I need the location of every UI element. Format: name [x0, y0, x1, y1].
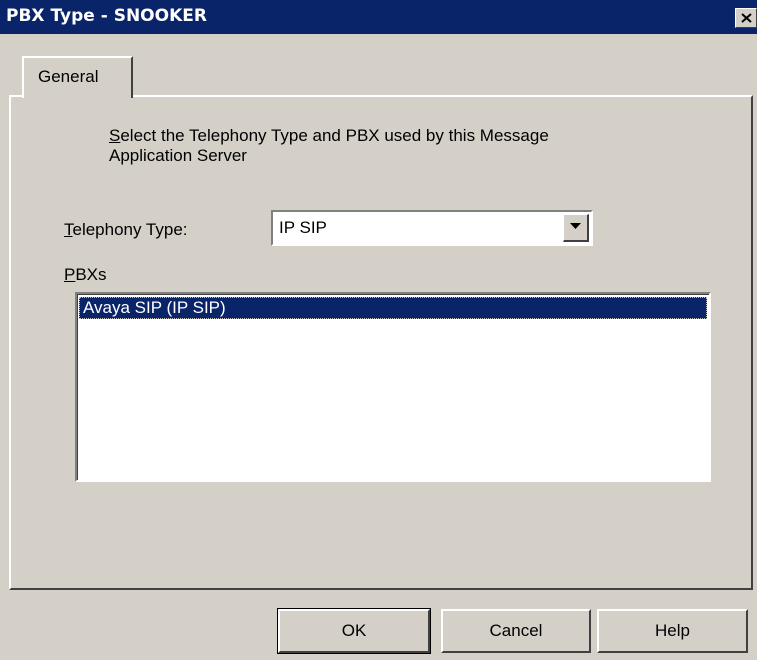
ok-button[interactable]: OK [277, 608, 431, 654]
list-item-label: Avaya SIP (IP SIP) [83, 298, 226, 317]
tab-general[interactable]: General [22, 56, 133, 98]
close-button[interactable] [735, 8, 757, 28]
telephony-type-dropdown-button[interactable] [563, 214, 589, 242]
telephony-label-rest: elephony Type: [72, 220, 188, 239]
telephony-mnemonic: T [64, 220, 73, 239]
telephony-type-select[interactable]: IP SIP [271, 210, 593, 246]
chevron-down-icon [570, 223, 581, 229]
pbxs-label-rest: BXs [75, 265, 107, 284]
dialog-window: PBX Type - SNOOKER General Select the Te… [0, 0, 757, 660]
instruction-mnemonic: S [109, 126, 121, 145]
telephony-type-value: IP SIP [279, 218, 327, 237]
close-x-icon [741, 13, 752, 23]
telephony-type-label: Telephony Type: [64, 220, 188, 240]
title-bar[interactable]: PBX Type - SNOOKER [0, 0, 757, 34]
instruction-line1: elect the Telephony Type and PBX used by… [120, 126, 549, 145]
pbxs-label: PBXs [64, 265, 107, 285]
cancel-button[interactable]: Cancel [441, 609, 591, 653]
instruction-line2: Application Server [109, 146, 247, 165]
window-title: PBX Type - SNOOKER [6, 6, 207, 26]
list-item[interactable]: Avaya SIP (IP SIP) [79, 297, 707, 319]
help-button[interactable]: Help [597, 609, 748, 653]
pbxs-mnemonic: P [64, 265, 76, 284]
instruction-text: Select the Telephony Type and PBX used b… [109, 126, 709, 166]
pbx-list[interactable]: Avaya SIP (IP SIP) [75, 292, 711, 482]
tab-general-label: General [38, 67, 99, 86]
